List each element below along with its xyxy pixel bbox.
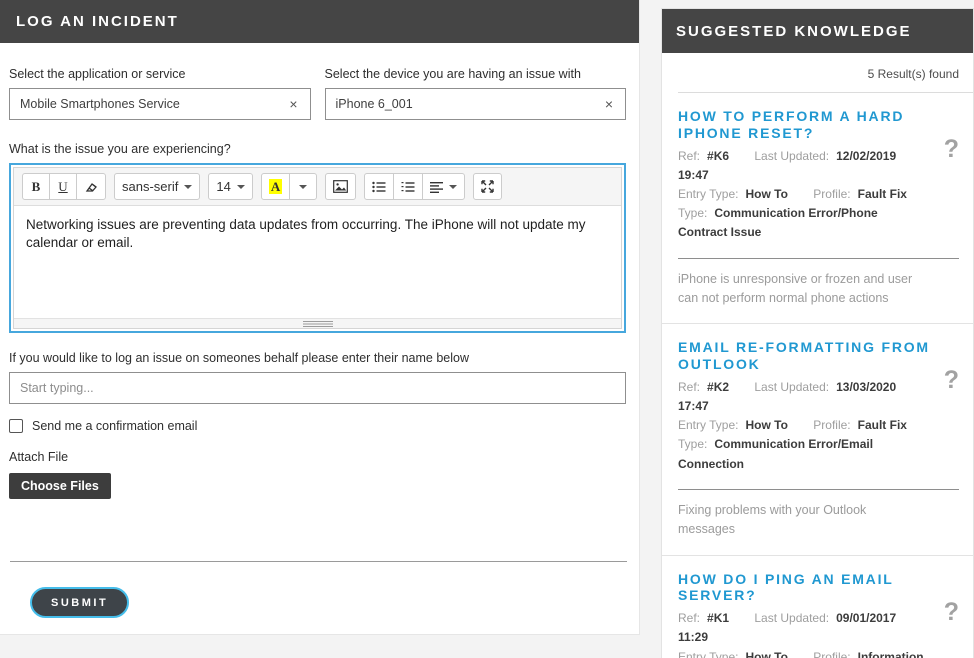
type-label: Type: <box>678 437 707 451</box>
fullscreen-button[interactable] <box>473 173 502 200</box>
entry-type-value: How To <box>745 650 787 658</box>
help-icon[interactable]: ? <box>944 137 959 162</box>
submit-button[interactable]: SUBMIT <box>30 587 129 618</box>
ref-value: #K6 <box>707 149 729 163</box>
ref-value: #K1 <box>707 611 729 625</box>
choose-files-button[interactable]: Choose Files <box>9 473 111 499</box>
chevron-down-icon <box>184 185 192 189</box>
article-meta: Ref:#K6 Last Updated:12/02/2019 19:47 En… <box>678 147 959 243</box>
type-value: Communication Error/Email Connection <box>678 437 873 470</box>
profile-value: Fault Fix <box>858 187 907 201</box>
knowledge-article: HOW DO I PING AN EMAIL SERVER? Ref: #K1 L… <box>662 555 973 658</box>
profile-label: Profile: <box>813 187 850 201</box>
article-description: Fixing problems with your Outlook messag… <box>678 490 959 555</box>
service-clear-icon[interactable]: × <box>287 97 299 111</box>
article-meta: Ref:#K2 Last Updated:13/03/2020 17:47 En… <box>678 378 959 474</box>
article-title-link[interactable]: HOW TO PERFORM A HARD IPHONE RESET? <box>678 108 959 142</box>
ref-label: Ref: <box>678 380 700 394</box>
issue-text-area[interactable]: Networking issues are preventing data up… <box>14 206 621 318</box>
chevron-down-icon <box>237 185 245 189</box>
confirmation-email-label: Send me a confirmation email <box>32 419 197 433</box>
device-label: Select the device you are having an issu… <box>325 67 627 81</box>
behalf-label: If you would like to log an issue on som… <box>9 351 626 365</box>
profile-value: Fault Fix <box>858 418 907 432</box>
bold-button[interactable]: B <box>22 173 50 200</box>
underline-button[interactable]: U <box>49 173 77 200</box>
clear-formatting-button[interactable] <box>76 173 106 200</box>
incident-form: Select the application or service Mobile… <box>0 43 639 618</box>
bullet-list-icon <box>372 181 386 193</box>
expand-arrows-icon <box>481 180 494 193</box>
ref-label: Ref: <box>678 149 700 163</box>
article-description: iPhone is unresponsive or frozen and use… <box>678 259 959 324</box>
log-incident-panel: LOG AN INCIDENT Select the application o… <box>0 0 640 635</box>
editor-toolbar: B U sans-serif <box>14 168 621 206</box>
results-count: 5 Result(s) found <box>662 53 973 92</box>
behalf-name-input[interactable] <box>9 372 626 404</box>
device-select[interactable]: iPhone 6_001 × <box>325 88 627 120</box>
entry-type-label: Entry Type: <box>678 418 738 432</box>
help-icon[interactable]: ? <box>944 600 959 625</box>
paragraph-align-dropdown[interactable] <box>422 173 465 200</box>
issue-label: What is the issue you are experiencing? <box>9 142 626 156</box>
font-color-button[interactable]: A <box>261 173 290 200</box>
attach-file-label: Attach File <box>9 450 626 464</box>
last-updated-label: Last Updated: <box>754 611 829 625</box>
service-select[interactable]: Mobile Smartphones Service × <box>9 88 311 120</box>
align-left-icon <box>430 181 443 193</box>
knowledge-article-list: HOW TO PERFORM A HARD IPHONE RESET? Ref:… <box>662 93 973 658</box>
help-icon[interactable]: ? <box>944 368 959 393</box>
profile-value: Information <box>858 650 924 658</box>
device-clear-icon[interactable]: × <box>603 97 615 111</box>
article-title-link[interactable]: EMAIL RE-FORMATTING FROM OUTLOOK <box>678 339 959 373</box>
eraser-icon <box>84 180 98 194</box>
ref-value: #K2 <box>707 380 729 394</box>
service-value: Mobile Smartphones Service <box>20 97 287 111</box>
confirmation-email-checkbox[interactable] <box>9 419 23 433</box>
chevron-down-icon <box>299 185 307 189</box>
chevron-down-icon <box>449 185 457 189</box>
numbered-list-icon <box>401 181 415 193</box>
suggested-knowledge-panel: SUGGESTED KNOWLEDGE 5 Result(s) found HO… <box>661 8 974 658</box>
ref-label: Ref: <box>678 611 700 625</box>
entry-type-value: How To <box>745 187 787 201</box>
suggested-knowledge-header: SUGGESTED KNOWLEDGE <box>662 9 973 53</box>
font-family-dropdown[interactable]: sans-serif <box>114 173 200 200</box>
insert-image-button[interactable] <box>325 173 356 200</box>
unordered-list-button[interactable] <box>364 173 394 200</box>
service-label: Select the application or service <box>9 67 311 81</box>
device-value: iPhone 6_001 <box>336 97 603 111</box>
image-icon <box>333 180 348 193</box>
article-title-link[interactable]: HOW DO I PING AN EMAIL SERVER? <box>678 571 959 605</box>
profile-label: Profile: <box>813 418 850 432</box>
knowledge-article: EMAIL RE-FORMATTING FROM OUTLOOK Ref: #K2… <box>662 323 973 554</box>
type-label: Type: <box>678 206 707 220</box>
knowledge-article: HOW TO PERFORM A HARD IPHONE RESET? Ref:… <box>662 93 973 323</box>
entry-type-label: Entry Type: <box>678 187 738 201</box>
font-color-dropdown[interactable] <box>289 173 317 200</box>
font-size-dropdown[interactable]: 14 <box>208 173 252 200</box>
form-divider <box>10 561 627 562</box>
entry-type-label: Entry Type: <box>678 650 738 658</box>
type-value: Communication Error/Phone Contract Issue <box>678 206 878 239</box>
editor-resize-handle[interactable] <box>14 318 621 328</box>
last-updated-label: Last Updated: <box>754 149 829 163</box>
grip-icon <box>303 321 333 327</box>
ordered-list-button[interactable] <box>393 173 423 200</box>
page: LOG AN INCIDENT Select the application o… <box>0 0 974 658</box>
profile-label: Profile: <box>813 650 850 658</box>
entry-type-value: How To <box>745 418 787 432</box>
article-meta: Ref:#K1 Last Updated:09/01/2017 11:29 En… <box>678 609 959 658</box>
log-incident-header: LOG AN INCIDENT <box>0 0 639 43</box>
last-updated-label: Last Updated: <box>754 380 829 394</box>
rich-text-editor: B U sans-serif <box>9 163 626 333</box>
